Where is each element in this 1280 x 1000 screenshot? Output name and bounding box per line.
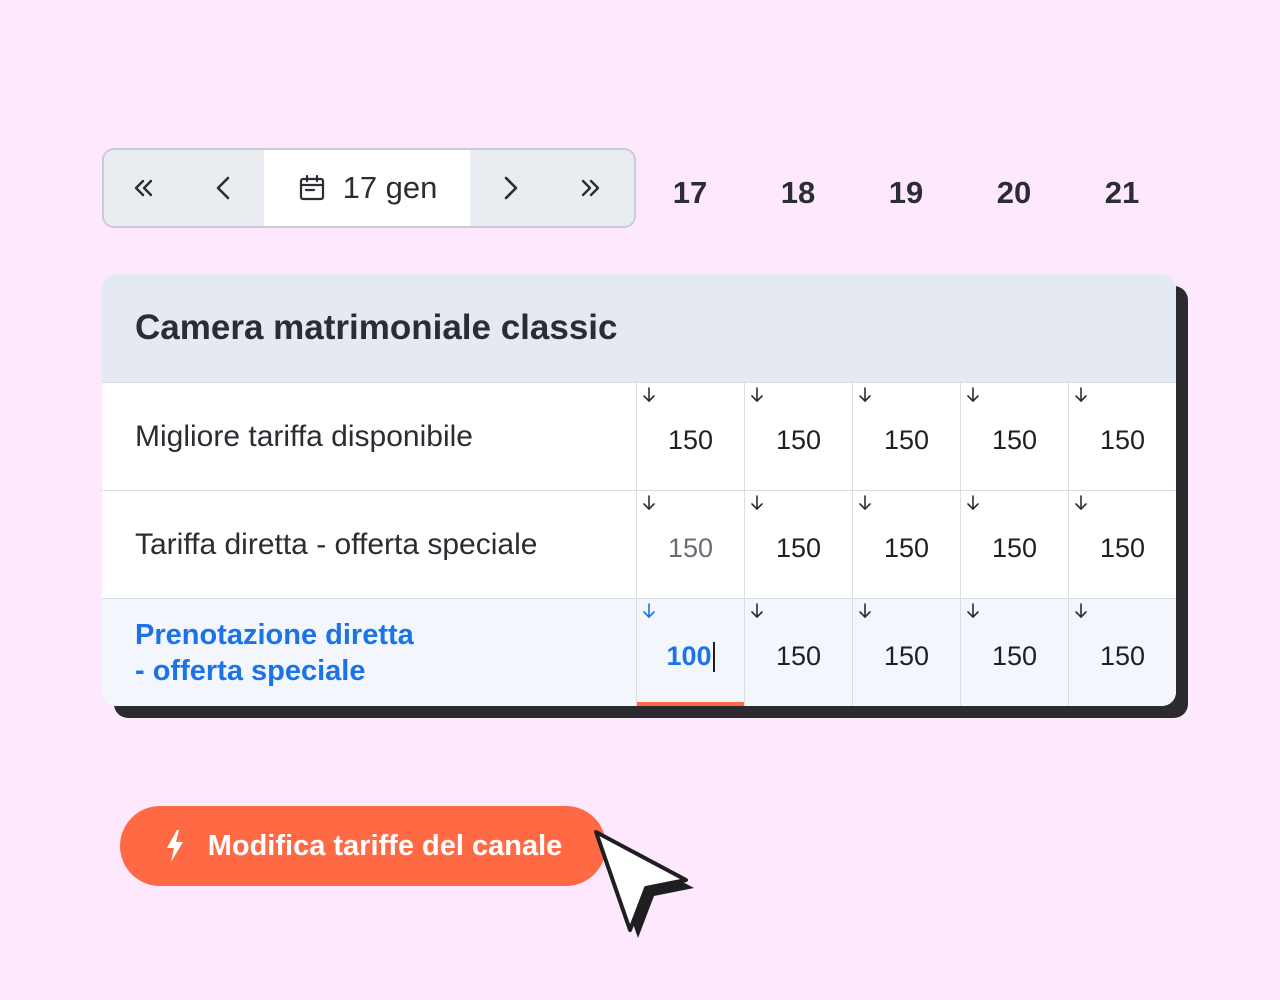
text-caret [712, 641, 715, 672]
rate-value: 150 [667, 533, 714, 563]
arrow-down-icon [859, 495, 871, 510]
rate-value: 150 [883, 641, 930, 671]
rate-value: 150 [883, 425, 930, 455]
rate-label: Tariffa diretta - offerta speciale [135, 527, 538, 561]
arrow-down-icon [859, 603, 871, 618]
last-page-button[interactable] [550, 150, 630, 226]
rate-row: Tariffa diretta - offerta speciale 150 1… [102, 490, 1176, 598]
day-columns-header: 17 18 19 20 21 [636, 168, 1176, 218]
rate-cell[interactable]: 150 [636, 383, 744, 490]
rate-cell[interactable]: 150 [744, 599, 852, 706]
first-page-button[interactable] [104, 150, 184, 226]
rate-row-active: Prenotazione diretta - offerta speciale … [102, 598, 1176, 706]
mouse-pointer-icon [594, 830, 694, 938]
rate-value: 150 [775, 533, 822, 563]
arrow-down-icon [1075, 495, 1087, 510]
rate-value: 150 [1099, 533, 1146, 563]
rate-cell[interactable]: 150 [636, 491, 744, 598]
arrow-down-icon [967, 603, 979, 618]
rate-value: 150 [1099, 641, 1146, 671]
day-label: 20 [996, 175, 1032, 210]
arrow-down-icon [967, 495, 979, 510]
rate-label: Migliore tariffa disponibile [135, 419, 473, 453]
double-chevron-right-icon [581, 179, 600, 197]
chevron-right-icon [504, 176, 518, 200]
day-label: 21 [1104, 175, 1140, 210]
rate-cell-editing[interactable]: 100 [636, 599, 744, 706]
rate-value: 150 [775, 641, 822, 671]
rate-value: 100 [666, 641, 712, 671]
rate-value: 150 [883, 533, 930, 563]
cta-label: Modifica tariffe del canale [207, 829, 563, 862]
edit-channel-rates-button[interactable]: Modifica tariffe del canale [120, 806, 606, 886]
rate-cell[interactable]: 150 [852, 599, 960, 706]
rate-cell[interactable]: 150 [1068, 491, 1176, 598]
rate-cell[interactable]: 150 [1068, 383, 1176, 490]
calendar-icon [299, 174, 324, 201]
day-label: 18 [780, 175, 816, 210]
rate-value: 150 [775, 425, 822, 455]
arrow-down-icon [751, 387, 763, 402]
arrow-down-icon [643, 495, 655, 510]
rate-value: 150 [991, 641, 1038, 671]
rate-cell[interactable]: 150 [960, 599, 1068, 706]
rate-cell[interactable]: 150 [960, 383, 1068, 490]
rate-value: 150 [1099, 425, 1146, 455]
rate-cell[interactable]: 150 [744, 491, 852, 598]
chevron-left-icon [216, 176, 230, 200]
rate-cell[interactable]: 150 [1068, 599, 1176, 706]
rate-row: Migliore tariffa disponibile 150 150 150… [102, 382, 1176, 490]
rate-cell[interactable]: 150 [744, 383, 852, 490]
arrow-down-icon [643, 387, 655, 402]
rate-cell[interactable]: 150 [852, 383, 960, 490]
arrow-down-icon [751, 603, 763, 618]
double-chevron-left-icon [134, 179, 153, 197]
arrow-down-icon [751, 495, 763, 510]
date-navigator: 17 gen [102, 148, 636, 228]
day-label: 19 [888, 175, 924, 210]
day-label: 17 [672, 175, 708, 210]
arrow-down-icon [967, 387, 979, 402]
rate-cell[interactable]: 150 [960, 491, 1068, 598]
lightning-icon [166, 830, 183, 862]
rate-value: 150 [991, 425, 1038, 455]
rate-label: Prenotazione diretta - offerta speciale [135, 618, 414, 687]
arrow-down-icon [1075, 387, 1087, 402]
rate-value: 150 [667, 425, 714, 455]
date-label: 17 gen [342, 170, 438, 205]
rate-cell[interactable]: 150 [852, 491, 960, 598]
room-title: Camera matrimoniale classic [102, 274, 1176, 382]
date-picker[interactable]: 17 gen [264, 150, 470, 226]
previous-day-button[interactable] [184, 150, 264, 226]
rates-card: Camera matrimoniale classic Migliore tar… [102, 274, 1176, 706]
arrow-down-icon [643, 603, 655, 618]
arrow-down-icon [1075, 603, 1087, 618]
next-day-button[interactable] [470, 150, 550, 226]
rate-value: 150 [991, 533, 1038, 563]
arrow-down-icon [859, 387, 871, 402]
